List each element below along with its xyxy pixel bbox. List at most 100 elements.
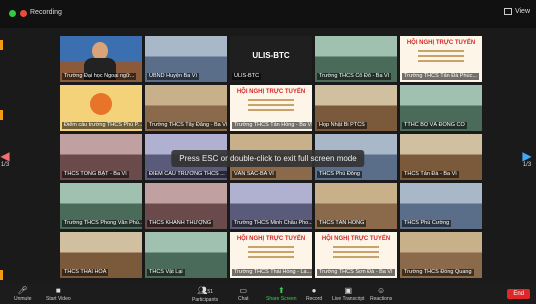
banner-text-line: [418, 55, 464, 57]
banner-text-line: [248, 246, 294, 248]
participant-tile[interactable]: Họp Nhật Bi PTCS: [315, 85, 397, 131]
recording-label: Recording: [30, 9, 62, 16]
chat-icon: ▭: [239, 286, 248, 295]
participant-name-label: THCS TẢN HỒNG: [317, 220, 367, 227]
participant-tile[interactable]: THCS Phú Cường: [400, 183, 482, 229]
side-marker: [0, 110, 3, 120]
unmute-button[interactable]: 🎤︎ Unmute: [14, 286, 32, 302]
participant-name-label: Trường THCS Cổ Đô - Ba Vì: [317, 73, 392, 80]
participant-tile[interactable]: Điểm cầu trường THCS Phú P...: [60, 85, 142, 131]
participant-tile[interactable]: THCS Tản Đà - Ba Vì: [400, 134, 482, 180]
participant-tile[interactable]: THCS TẢN HỒNG: [315, 183, 397, 229]
participant-tile[interactable]: Trường Đại học Ngoại ngữ...: [60, 36, 142, 82]
participant-name-label: Điểm cầu trường THCS Phú P...: [62, 122, 142, 129]
view-button[interactable]: View: [503, 8, 530, 15]
participant-tile[interactable]: HỘI NGHỊ TRỰC TUYẾN Trường THCS Thái Hồng…: [230, 232, 312, 278]
participant-name-label: Trường Đại học Ngoại ngữ...: [62, 73, 137, 80]
side-marker: [0, 40, 3, 50]
end-meeting-button[interactable]: End: [507, 289, 530, 299]
chat-button[interactable]: ▭ Chat: [238, 286, 249, 302]
participant-tile[interactable]: THCS TÒNG BẠT - Ba Vì: [60, 134, 142, 180]
participant-name-label: Trường THCS Thái Hồng - La...: [232, 269, 312, 276]
participant-name-label: Trường THCS Đồng Quang: [402, 269, 474, 276]
share-screen-label: Share Screen: [266, 296, 297, 302]
banner-text-line: [333, 246, 379, 248]
start-video-button[interactable]: ■ Start Video: [46, 286, 71, 302]
banner-title: HỘI NGHỊ TRỰC TUYẾN: [236, 89, 306, 95]
banner-title: HỘI NGHỊ TRỰC TUYẾN: [406, 40, 476, 46]
participant-tile[interactable]: Trường THCS Đồng Quang: [400, 232, 482, 278]
chevron-right-icon: ▶: [522, 149, 532, 163]
page-indicator: 1/3: [0, 162, 10, 168]
microphone-muted-icon: 🎤︎: [17, 286, 28, 295]
banner-text-line: [248, 104, 294, 106]
participant-name-label: Trường THCS Sơn Đà - Ba Vì: [317, 269, 395, 276]
start-video-label: Start Video: [46, 296, 71, 302]
participants-button[interactable]: 👥︎51 Participants: [192, 286, 218, 303]
participant-tile[interactable]: Trường THCS Tây Đằng - Ba Vì: [145, 85, 227, 131]
participants-count: 51: [207, 289, 213, 295]
banner-text-line: [248, 109, 294, 111]
banner-title: HỘI NGHỊ TRỰC TUYẾN: [236, 236, 306, 242]
grid-view-icon: [503, 8, 512, 15]
participant-name-label: Trường THCS Minh Châu Pho...: [232, 220, 312, 227]
view-label: View: [514, 8, 530, 15]
record-icon: ●: [311, 286, 317, 295]
participant-name-label: TTHC BỘ VÀ ĐỒNG CỔ: [402, 122, 467, 129]
banner-text-line: [418, 60, 464, 62]
participant-name-label: THCS Vật Lại: [147, 269, 185, 276]
participants-icon: 👥︎51: [197, 286, 213, 295]
top-bar: Recording View: [0, 0, 536, 28]
participant-name-label: THCS KHÁNH THƯỢNG: [147, 220, 214, 227]
participant-tile[interactable]: HỘI NGHỊ TRỰC TUYẾN Trường THCS Sơn Đà - …: [315, 232, 397, 278]
participant-tile[interactable]: ULIS-BTC ULIS-BTC: [230, 36, 312, 82]
participant-tile[interactable]: UBND Huyện Ba Vì: [145, 36, 227, 82]
unmute-label: Unmute: [14, 296, 32, 302]
video-camera-icon: ■: [55, 286, 61, 295]
participant-tile[interactable]: HỘI NGHỊ TRỰC TUYẾN Trường THCS Tản Đà Ph…: [400, 36, 482, 82]
participant-name-display: ULIS-BTC: [252, 51, 290, 60]
participant-tile[interactable]: Trường THCS Cổ Đô - Ba Vì: [315, 36, 397, 82]
chevron-left-icon: ◀: [0, 149, 10, 163]
chat-label: Chat: [238, 296, 249, 302]
banner-text-line: [248, 251, 294, 253]
record-label: Record: [306, 296, 323, 302]
share-screen-icon: ⬆: [277, 286, 285, 295]
participant-name-label: THCS Tản Đà - Ba Vì: [402, 171, 459, 178]
next-page-button[interactable]: ▶ 1/3: [522, 150, 532, 168]
banner-text-line: [248, 99, 294, 101]
participant-tile[interactable]: Trường THCS Minh Châu Pho...: [230, 183, 312, 229]
closed-caption-icon: ▣: [344, 286, 353, 295]
share-screen-button[interactable]: ⬆ Share Screen: [266, 286, 297, 302]
participant-tile[interactable]: TTHC BỘ VÀ ĐỒNG CỔ: [400, 85, 482, 131]
live-transcript-button[interactable]: ▣ Live Transcript: [332, 286, 365, 302]
recording-dot-icon: [20, 10, 27, 17]
banner-text-line: [418, 50, 464, 52]
participant-tile[interactable]: Trường THCS Phong Vân Phú...: [60, 183, 142, 229]
participant-tile[interactable]: THCS Vật Lại: [145, 232, 227, 278]
participant-tile[interactable]: HỘI NGHỊ TRỰC TUYẾN Trường THCS Tản Hồng …: [230, 85, 312, 131]
security-shield-icon[interactable]: [9, 10, 16, 17]
participant-name-label: Trường THCS Phong Vân Phú...: [62, 220, 142, 227]
participant-name-label: UBND Huyện Ba Vì: [147, 73, 199, 80]
previous-page-button[interactable]: ◀ 1/3: [0, 150, 10, 168]
participant-name-label: Họp Nhật Bi PTCS: [317, 122, 367, 129]
participant-name-label: Trường THCS Tản Hồng - Ba Vì: [232, 122, 312, 129]
banner-text-line: [333, 256, 379, 258]
smiley-icon: ☺: [377, 286, 386, 295]
fullscreen-exit-message: Press ESC or double-click to exit full s…: [171, 150, 365, 167]
participant-name-label: THCS TÒNG BẠT - Ba Vì: [62, 171, 129, 178]
participant-name-label: THCS Phú Đông: [317, 171, 362, 178]
participant-name-label: VÂN SẢC-BA VÌ: [232, 171, 276, 178]
reactions-button[interactable]: ☺ Reactions: [370, 286, 392, 302]
participant-tile[interactable]: THCS THÁI HÒA: [60, 232, 142, 278]
school-logo: [90, 93, 112, 115]
side-marker: [0, 270, 3, 280]
participant-name-label: ULIS-BTC: [232, 73, 262, 80]
meeting-toolbar: 🎤︎ Unmute ■ Start Video 👥︎51 Participant…: [0, 284, 536, 304]
banner-text-line: [333, 251, 379, 253]
banner-title: HỘI NGHỊ TRỰC TUYẾN: [321, 236, 391, 242]
participant-name-label: ĐIỂM CẦU TRƯỜNG THCS ...: [147, 171, 227, 178]
participant-tile[interactable]: THCS KHÁNH THƯỢNG: [145, 183, 227, 229]
record-button[interactable]: ● Record: [306, 286, 322, 302]
